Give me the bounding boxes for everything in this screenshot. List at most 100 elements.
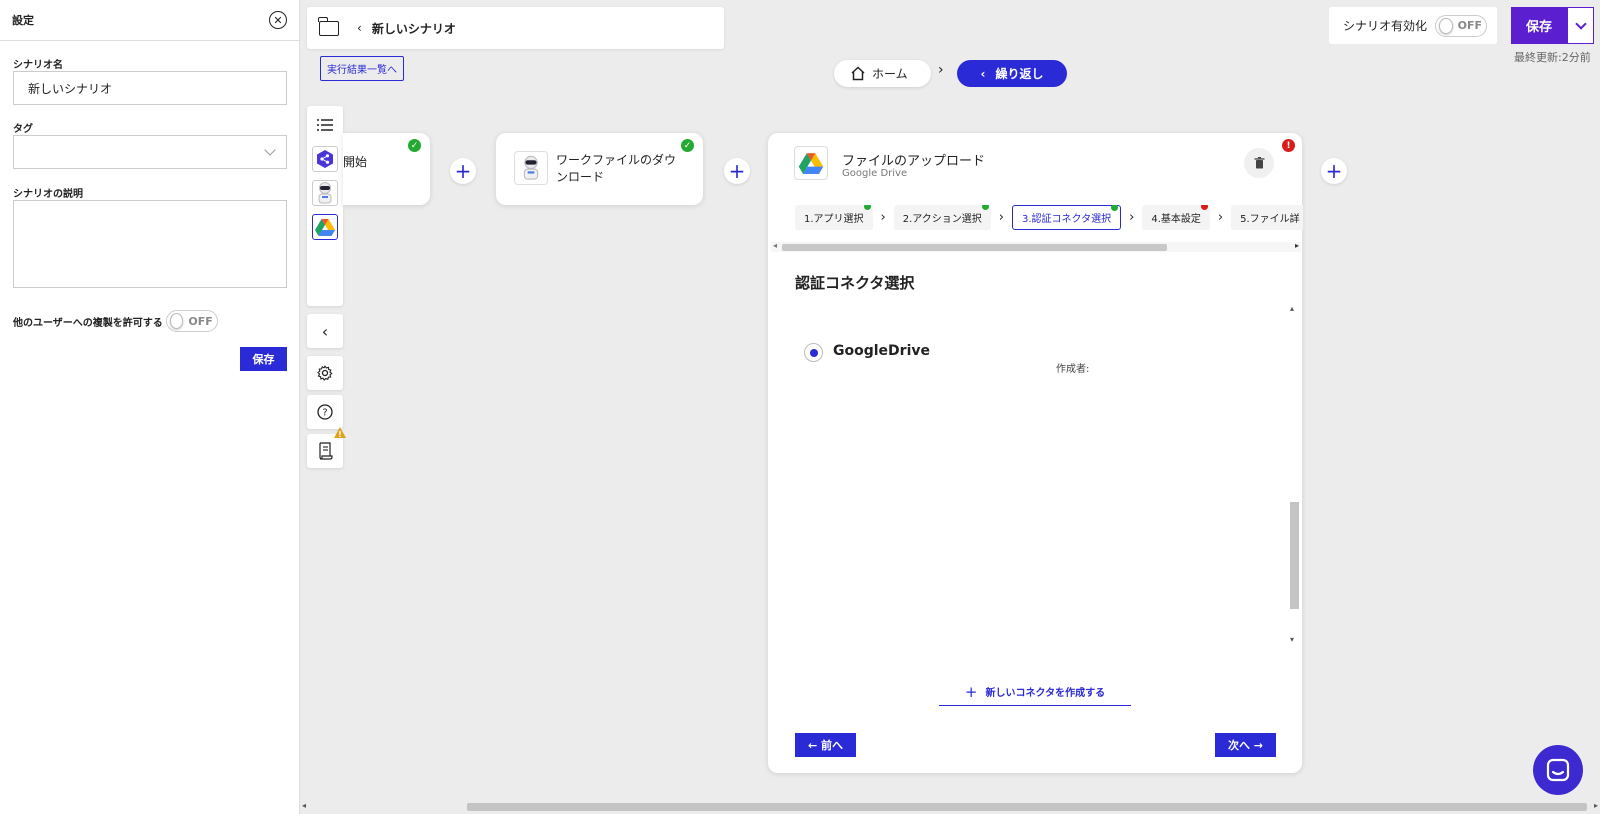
list-toggle[interactable] <box>307 108 343 142</box>
scroll-right-icon[interactable]: ▸ <box>1594 801 1598 810</box>
breadcrumb-loop[interactable]: ‹ 繰り返し <box>957 60 1067 87</box>
scenario-name-label: シナリオ名 <box>13 60 63 71</box>
settings-save-button[interactable]: 保存 <box>240 347 287 371</box>
scenario-name-input[interactable]: 新しいシナリオ <box>13 71 287 105</box>
toggle-state: OFF <box>188 314 213 328</box>
chevron-left-icon[interactable]: ‹ <box>357 21 362 35</box>
section-title: 認証コネクタ選択 <box>795 274 915 292</box>
step-tab-label: 2.アクション選択 <box>902 214 982 225</box>
step-tab-label: 4.基本設定 <box>1151 214 1201 225</box>
copy-permission-label: 他のユーザーへの複製を許可する <box>13 317 163 329</box>
connector-scroll-thumb[interactable] <box>1290 502 1299 609</box>
settings-button[interactable] <box>307 356 343 390</box>
prev-button[interactable]: ← 前へ <box>795 733 856 757</box>
chat-launcher[interactable] <box>1533 745 1583 795</box>
error-icon: ! <box>1282 139 1295 152</box>
check-icon: ✓ <box>681 139 694 152</box>
robot-app-thumb <box>312 180 338 206</box>
google-drive-icon <box>315 219 335 236</box>
step-tab-label: 3.認証コネクタ選択 <box>1022 214 1112 225</box>
gdrive-app-thumb <box>312 214 338 240</box>
scenario-title: 新しいシナリオ <box>371 21 456 36</box>
next-button[interactable]: 次へ → <box>1215 733 1276 757</box>
list-icon <box>317 119 333 131</box>
delete-button[interactable] <box>1244 148 1274 178</box>
log-button[interactable] <box>307 434 343 468</box>
settings-tool-box <box>307 356 343 390</box>
close-icon[interactable]: ✕ <box>269 11 287 29</box>
error-icon <box>1200 205 1208 210</box>
copy-permission-row: 他のユーザーへの複製を許可する OFF <box>13 310 218 332</box>
log-tool-box: ! <box>307 427 346 468</box>
steps-scroll-thumb[interactable] <box>782 244 1167 251</box>
check-icon <box>981 205 989 210</box>
description-textarea[interactable] <box>13 200 287 288</box>
tool-column: ‹ ? ! <box>307 106 346 468</box>
copy-permission-toggle[interactable]: OFF <box>165 310 218 332</box>
document-log-icon <box>319 442 333 460</box>
chevron-down-icon <box>264 144 276 156</box>
help-icon: ? <box>317 404 333 420</box>
scroll-right-icon[interactable]: ▸ <box>1295 241 1299 250</box>
new-connector-button[interactable]: + 新しいコネクタを作成する <box>939 678 1131 706</box>
step-tab-5[interactable]: 5.ファイル詳 <box>1231 205 1303 230</box>
connector-radio[interactable] <box>804 343 823 362</box>
add-step-button-3[interactable]: + <box>1321 158 1347 184</box>
upload-card-subtitle: Google Drive <box>842 168 908 179</box>
save-button[interactable]: 保存 <box>1511 7 1567 44</box>
scroll-left-icon[interactable]: ◂ <box>302 801 306 810</box>
connector-author: 作成者: <box>1056 364 1090 375</box>
download-card-label: ワークファイルのダウンロード <box>556 153 677 184</box>
upload-card-app <box>794 146 828 180</box>
tag-select[interactable] <box>13 135 287 169</box>
breadcrumb-home-label: ホーム <box>872 67 908 81</box>
app-thumb-robot[interactable] <box>307 176 343 210</box>
help-button[interactable]: ? <box>307 395 343 429</box>
collapse-box: ‹ <box>307 314 343 348</box>
radio-dot <box>809 348 818 357</box>
warning-icon: ! <box>334 427 346 438</box>
help-tool-box: ? <box>307 395 343 429</box>
folder-icon[interactable] <box>318 16 339 36</box>
app-thumb-gdrive[interactable] <box>307 210 343 244</box>
add-step-button-1[interactable]: + <box>450 158 476 184</box>
step-tab-3[interactable]: 3.認証コネクタ選択 <box>1012 205 1122 230</box>
breadcrumb-separator-icon: › <box>938 62 944 78</box>
home-icon <box>851 66 865 81</box>
step-tab-label: 1.アプリ選択 <box>804 214 864 225</box>
connector-name[interactable]: GoogleDrive <box>833 343 930 359</box>
chevron-right-icon: › <box>880 210 886 225</box>
save-dropdown-button[interactable] <box>1567 7 1594 44</box>
start-card[interactable]: 開始 ✓ <box>343 133 430 205</box>
google-drive-icon <box>798 153 824 174</box>
results-list-link[interactable]: 実行結果一覧へ <box>320 56 404 81</box>
steps-scrollbar[interactable]: ◂ ▸ <box>771 241 1301 252</box>
breadcrumb-home[interactable]: ホーム <box>834 60 931 87</box>
chat-icon <box>1546 758 1570 782</box>
svg-text:?: ? <box>322 408 327 419</box>
connector-list-scrollbar[interactable]: ▴ ▾ <box>1288 304 1300 644</box>
canvas-scroll-thumb[interactable] <box>467 803 1587 811</box>
chevron-right-icon: › <box>998 210 1004 225</box>
canvas-scrollbar[interactable]: ◂ ▸ <box>300 800 1600 814</box>
step-tab-2[interactable]: 2.アクション選択 <box>893 205 991 230</box>
settings-title: 設定 <box>12 14 34 27</box>
description-label: シナリオの説明 <box>13 189 83 200</box>
scroll-down-icon[interactable]: ▾ <box>1290 635 1294 644</box>
toggle-knob <box>1439 17 1453 34</box>
check-icon <box>1111 205 1119 211</box>
step-tab-1[interactable]: 1.アプリ選択 <box>795 205 873 230</box>
step-tabs: 1.アプリ選択 › 2.アクション選択 › 3.認証コネクタ選択 › 4.基本設… <box>795 205 1303 230</box>
step-tab-label: 5.ファイル詳 <box>1240 214 1300 225</box>
chevron-down-icon <box>1574 17 1587 30</box>
step-tab-4[interactable]: 4.基本設定 <box>1142 205 1210 230</box>
scroll-left-icon[interactable]: ◂ <box>773 241 777 250</box>
add-step-button-2[interactable]: + <box>724 158 750 184</box>
share-hex-icon <box>317 150 333 168</box>
enable-toggle[interactable]: OFF <box>1435 14 1488 37</box>
download-card[interactable]: ワークファイルのダウンロード ✓ <box>496 133 703 205</box>
download-card-app <box>514 151 548 185</box>
app-thumb-trigger[interactable] <box>307 142 343 176</box>
scroll-up-icon[interactable]: ▴ <box>1290 304 1294 313</box>
collapse-button[interactable]: ‹ <box>307 314 343 348</box>
